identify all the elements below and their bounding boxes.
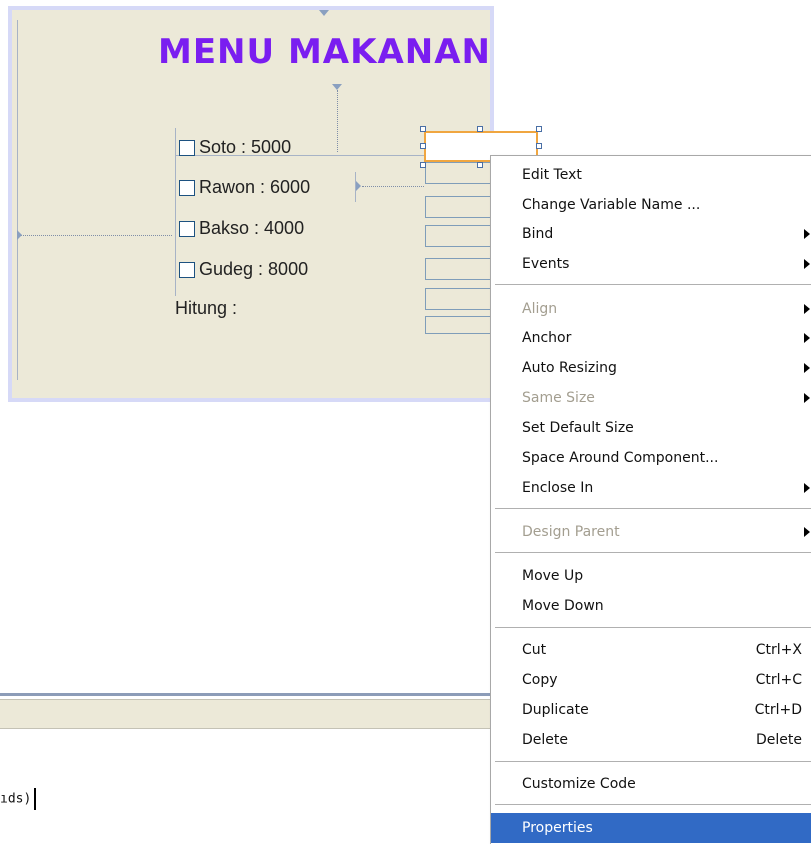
- submenu-arrow-icon: [804, 229, 810, 239]
- menu-item-copy[interactable]: Copy Ctrl+C: [491, 665, 811, 695]
- menu-item-label: Enclose In: [522, 480, 594, 496]
- menu-separator: [495, 552, 811, 553]
- price-field-2[interactable]: [425, 196, 496, 218]
- menu-item-set-default-size[interactable]: Set Default Size: [491, 413, 811, 443]
- menu-item-label: Anchor: [522, 330, 572, 346]
- left-anchor-arrow-icon: [17, 230, 22, 240]
- menu-separator: [495, 761, 811, 762]
- top-anchor-arrow-icon: [319, 10, 329, 16]
- menu-item-move-down[interactable]: Move Down: [491, 591, 811, 621]
- menu-item-label: Bakso : 4000: [199, 218, 305, 238]
- menu-item-label: Cut: [522, 642, 547, 658]
- menu-item-move-up[interactable]: Move Up: [491, 561, 811, 591]
- menu-item-label: Gudeg : 8000: [199, 259, 309, 279]
- submenu-arrow-icon: [804, 483, 810, 493]
- rawon-to-field-guide: [362, 186, 424, 187]
- resize-handle[interactable]: [536, 126, 542, 132]
- menu-item-label: Events: [522, 256, 570, 272]
- menu-item-label: Bind: [522, 226, 554, 242]
- shortcut-label: Delete: [756, 732, 802, 748]
- page-title[interactable]: MENU MAKANAN: [158, 32, 498, 72]
- menu-separator: [495, 804, 811, 805]
- price-field-3[interactable]: [425, 225, 496, 247]
- left-edge-guide: [17, 20, 18, 380]
- menu-item-label: Edit Text: [522, 167, 582, 183]
- menu-item-gudeg[interactable]: Gudeg : 8000: [179, 259, 308, 280]
- menu-item-enclose-in[interactable]: Enclose In: [491, 473, 811, 503]
- price-field-4[interactable]: [425, 258, 496, 280]
- submenu-arrow-icon: [804, 363, 810, 373]
- menu-separator: [495, 627, 811, 628]
- menu-item-delete[interactable]: Delete Delete: [491, 725, 811, 755]
- output-panel-header: [0, 699, 490, 729]
- title-to-list-guide: [337, 90, 338, 152]
- shortcut-label: Ctrl+X: [755, 642, 802, 658]
- menu-item-properties[interactable]: Properties: [491, 813, 811, 843]
- menu-item-events[interactable]: Events: [491, 249, 811, 279]
- menu-item-label: Set Default Size: [522, 420, 634, 436]
- menu-item-label: Copy: [522, 672, 558, 688]
- submenu-arrow-icon: [804, 393, 810, 403]
- resize-handle[interactable]: [420, 143, 426, 149]
- panel-splitter[interactable]: [0, 693, 490, 696]
- menu-item-customize-code[interactable]: Customize Code: [491, 769, 811, 799]
- resize-handle[interactable]: [477, 126, 483, 132]
- shortcut-label: Ctrl+C: [755, 672, 802, 688]
- menu-item-label: Soto : 5000: [199, 137, 292, 157]
- menu-item-same-size[interactable]: Same Size: [491, 383, 811, 413]
- menu-item-space-around-component[interactable]: Space Around Component...: [491, 443, 811, 473]
- context-menu: Edit Text Change Variable Name ... Bind …: [490, 155, 811, 844]
- checkbox[interactable]: [179, 179, 195, 196]
- checkbox[interactable]: [179, 220, 195, 237]
- submenu-arrow-icon: [804, 259, 810, 269]
- menu-item-label: Same Size: [522, 390, 595, 406]
- menu-separator: [495, 508, 811, 509]
- resize-handle[interactable]: [420, 162, 426, 168]
- menu-item-label: Move Down: [522, 598, 604, 614]
- resize-handle[interactable]: [477, 162, 483, 168]
- submenu-arrow-icon: [804, 304, 810, 314]
- horizontal-anchor-guide: [20, 235, 172, 236]
- resize-handle[interactable]: [420, 126, 426, 132]
- menu-item-label: Space Around Component...: [522, 450, 719, 466]
- menu-item-label: Delete: [522, 732, 568, 748]
- checkbox[interactable]: [179, 139, 195, 156]
- menu-item-bakso[interactable]: Bakso : 4000: [179, 218, 304, 239]
- menu-item-align[interactable]: Align: [491, 294, 811, 324]
- menu-item-soto[interactable]: Soto : 5000: [179, 137, 291, 158]
- list-left-guide: [175, 128, 176, 296]
- submenu-arrow-icon: [804, 333, 810, 343]
- shortcut-label: Ctrl+D: [754, 702, 802, 718]
- menu-item-label: Move Up: [522, 568, 584, 584]
- resize-handle[interactable]: [536, 143, 542, 149]
- menu-item-label: Rawon : 6000: [199, 177, 311, 197]
- menu-item-change-variable-name[interactable]: Change Variable Name ...: [491, 190, 811, 220]
- menu-item-anchor[interactable]: Anchor: [491, 323, 811, 353]
- submenu-arrow-icon: [804, 527, 810, 537]
- code-text: ıds): [0, 791, 32, 807]
- menu-item-rawon[interactable]: Rawon : 6000: [179, 177, 310, 198]
- text-caret: [34, 788, 37, 810]
- menu-item-design-parent[interactable]: Design Parent: [491, 517, 811, 547]
- checkbox[interactable]: [179, 261, 195, 278]
- price-field-6[interactable]: [425, 316, 496, 334]
- menu-item-cut[interactable]: Cut Ctrl+X: [491, 635, 811, 665]
- menu-separator: [495, 284, 811, 285]
- menu-item-label: Customize Code: [522, 776, 636, 792]
- code-editor-line[interactable]: ıds): [0, 788, 37, 810]
- menu-item-label: Change Variable Name ...: [522, 197, 701, 213]
- rawon-anchor-arrow-icon: [356, 181, 361, 191]
- menu-item-label: Align: [522, 301, 558, 317]
- menu-item-label: Design Parent: [522, 524, 620, 540]
- menu-item-label: Duplicate: [522, 702, 589, 718]
- menu-item-edit-text[interactable]: Edit Text: [491, 160, 811, 190]
- menu-item-label: Auto Resizing: [522, 360, 617, 376]
- hitung-label[interactable]: Hitung :: [175, 298, 237, 319]
- menu-item-bind[interactable]: Bind: [491, 219, 811, 249]
- price-field-5[interactable]: [425, 288, 496, 310]
- price-field-1[interactable]: [425, 162, 496, 184]
- menu-item-auto-resizing[interactable]: Auto Resizing: [491, 353, 811, 383]
- menu-item-label: Properties: [522, 820, 593, 836]
- menu-item-duplicate[interactable]: Duplicate Ctrl+D: [491, 695, 811, 725]
